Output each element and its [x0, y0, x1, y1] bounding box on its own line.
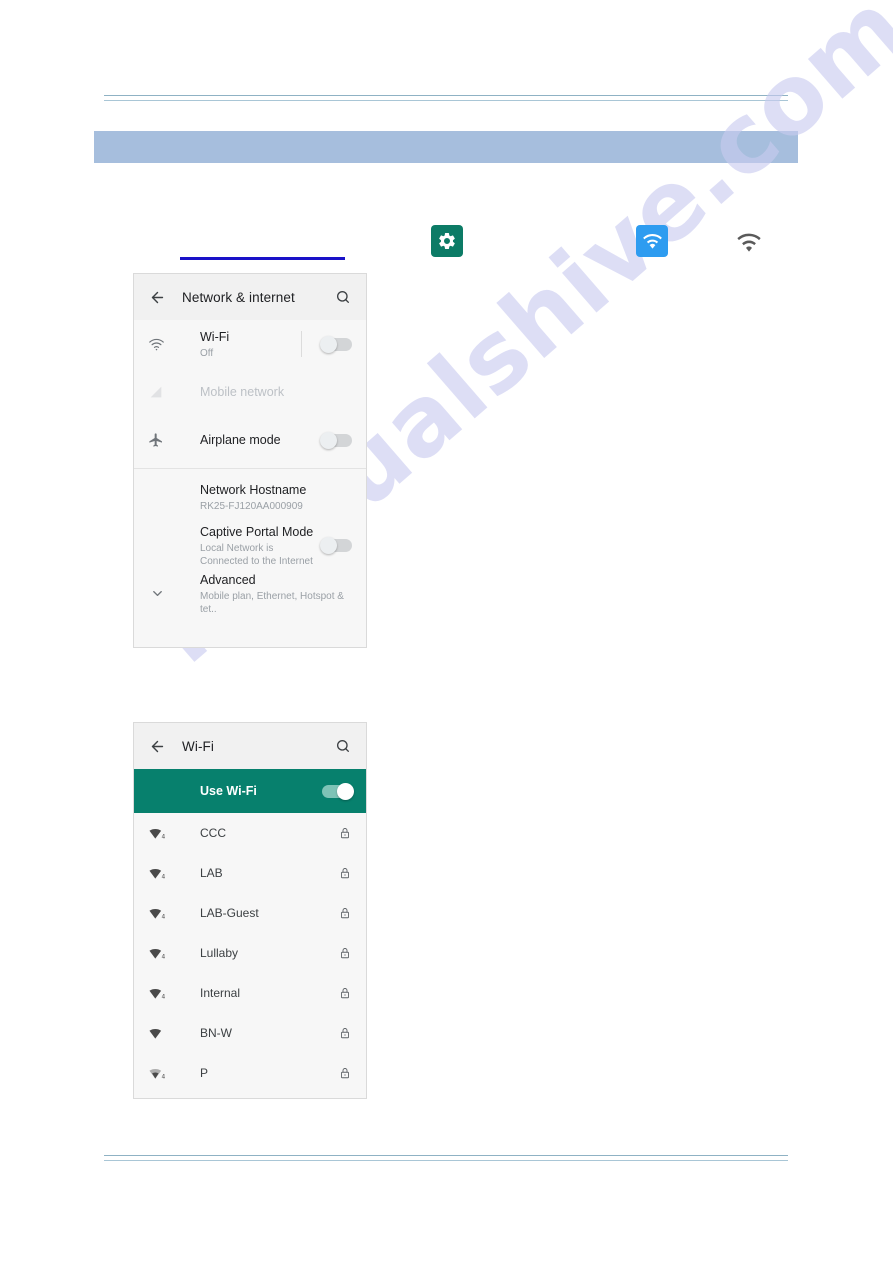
settings-row-wifi[interactable]: Wi-Fi Off [134, 320, 366, 368]
svg-text:4: 4 [162, 914, 166, 920]
settings-row-captive-portal-mode[interactable]: Captive Portal Mode Local Network is Con… [134, 521, 366, 569]
lock-icon [338, 826, 352, 840]
lock-icon [338, 986, 352, 1000]
settings-row-title: Airplane mode [200, 433, 281, 447]
section-heading-band [94, 131, 798, 163]
wifi-network-row[interactable]: 4 CCC [134, 813, 366, 853]
use-wifi-body: Use Wi-Fi [148, 782, 314, 800]
search-icon[interactable] [334, 737, 352, 755]
wifi-4-bars-icon: 4 [148, 946, 174, 961]
wifi-network-ssid: LAB [200, 866, 223, 880]
settings-row-subtitle: Off [200, 348, 214, 359]
wifi-network-ssid: CCC [200, 826, 226, 840]
wifi-network-row[interactable]: 4 LAB [134, 853, 366, 893]
wifi-network-ssid: P [200, 1066, 209, 1080]
signal-cellular-icon [148, 384, 172, 400]
wifi-network-ssid: LAB-Guest [200, 906, 259, 920]
row-divider [301, 331, 302, 357]
wifi-network-row[interactable]: 4 Internal [134, 973, 366, 1013]
settings-row-subtitle: RK25-FJ120AA000909 [200, 501, 303, 512]
use-wifi-toggle[interactable] [322, 782, 354, 800]
use-wifi-row[interactable]: Use Wi-Fi [134, 769, 366, 813]
settings-row-subtitle: Local Network is Connected to the Intern… [200, 542, 313, 567]
wifi-weak-icon: 4 [148, 1066, 174, 1081]
document-page: manualshive.com Network & internet Wi-Fi… [0, 0, 893, 1263]
screenshot-network-and-internet: Network & internet Wi-Fi Off Mobile netw… [133, 273, 367, 648]
appbar-network: Network & internet [134, 274, 366, 320]
appbar-title: Network & internet [182, 289, 295, 305]
wifi-network-row[interactable]: BN-W [134, 1013, 366, 1053]
wifi-network-ssid: Internal [200, 986, 241, 1000]
settings-gear-icon [431, 225, 463, 257]
svg-text:4: 4 [162, 1074, 166, 1080]
wifi-network-ssid: BN-W [200, 1026, 232, 1040]
settings-row-body: Captive Portal Mode Local Network is Con… [172, 523, 314, 568]
settings-row-title: Advanced [200, 572, 256, 587]
screenshot-wifi-list: Wi-Fi Use Wi-Fi 4 CCC 4 LAB 4 LAB-Guest … [133, 722, 367, 1099]
lock-icon [338, 946, 352, 960]
search-icon[interactable] [334, 288, 352, 306]
settings-row-title: Mobile network [200, 385, 285, 399]
wifi-gray-icon [731, 228, 767, 258]
svg-text:4: 4 [162, 834, 166, 840]
settings-row-airplane-mode[interactable]: Airplane mode [134, 416, 366, 464]
wifi-full-icon [148, 1026, 174, 1041]
wifi-network-row[interactable]: 4 LAB-Guest [134, 893, 366, 933]
airplane-icon [148, 432, 172, 448]
footer-rule [104, 1155, 788, 1161]
appbar-title: Wi-Fi [182, 738, 214, 754]
wifi-network-ssid: Lullaby [200, 946, 239, 960]
lock-icon [338, 906, 352, 920]
use-wifi-label: Use Wi-Fi [200, 784, 257, 798]
svg-text:4: 4 [162, 874, 166, 880]
settings-row-subtitle: Mobile plan, Ethernet, Hotspot & tet.. [200, 590, 344, 615]
lock-icon [338, 1026, 352, 1040]
captive-portal-toggle[interactable] [320, 536, 352, 554]
settings-row-title: Captive Portal Mode [200, 524, 314, 539]
wifi-4-bars-icon: 4 [148, 866, 174, 881]
settings-row-body: Network Hostname RK25-FJ120AA000909 [172, 481, 352, 513]
svg-text:4: 4 [162, 954, 166, 960]
lock-icon [338, 866, 352, 880]
airplane-mode-toggle[interactable] [320, 431, 352, 449]
svg-text:4: 4 [162, 994, 166, 1000]
arrow-back-icon[interactable] [148, 737, 166, 755]
header-rule [104, 95, 788, 101]
network-settings-list: Wi-Fi Off Mobile network Airplane mode N… [134, 320, 366, 617]
list-group-separator [134, 468, 366, 469]
settings-row-body: Wi-Fi Off [172, 328, 301, 360]
wifi-4-bars-icon: 4 [148, 986, 174, 1001]
settings-row-title: Network Hostname [200, 483, 307, 497]
appbar-wifi: Wi-Fi [134, 723, 366, 769]
wifi-network-list: 4 CCC 4 LAB 4 LAB-Guest 4 Lullaby 4 Inte… [134, 813, 366, 1093]
wifi-blue-icon [636, 225, 668, 257]
wifi-toggle[interactable] [320, 335, 352, 353]
wifi-network-row[interactable]: 4 P [134, 1053, 366, 1093]
wifi-network-row[interactable]: 4 Lullaby [134, 933, 366, 973]
settings-row-mobile-network: Mobile network [134, 368, 366, 416]
settings-row-body: Advanced Mobile plan, Ethernet, Hotspot … [172, 571, 352, 616]
lock-icon [338, 1066, 352, 1080]
chevron-down-icon[interactable] [148, 584, 172, 602]
accent-underline [180, 257, 345, 260]
settings-row-title: Wi-Fi [200, 330, 230, 344]
settings-row-body: Airplane mode [172, 431, 314, 449]
settings-row-network-hostname[interactable]: Network Hostname RK25-FJ120AA000909 [134, 473, 366, 521]
wifi-4-bars-icon: 4 [148, 826, 174, 841]
wifi-icon [148, 336, 172, 353]
arrow-back-icon[interactable] [148, 288, 166, 306]
settings-row-advanced[interactable]: Advanced Mobile plan, Ethernet, Hotspot … [134, 569, 366, 617]
settings-row-body: Mobile network [172, 383, 352, 401]
wifi-4-bars-icon: 4 [148, 906, 174, 921]
